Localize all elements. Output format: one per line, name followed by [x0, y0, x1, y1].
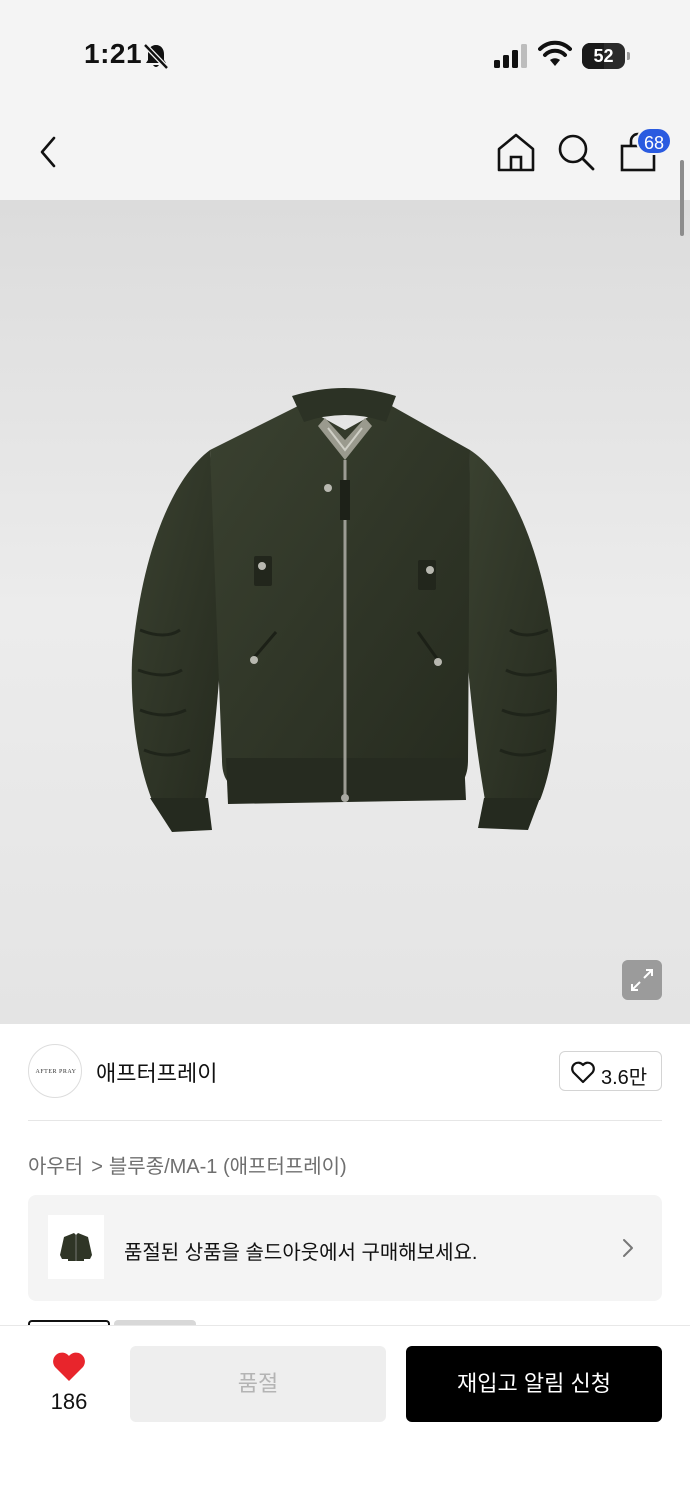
chevron-right-icon	[623, 1239, 633, 1257]
bottom-action-bar: 186 품절 재입고 알림 신청	[0, 1325, 690, 1500]
soldout-button[interactable]: 품절	[130, 1346, 386, 1422]
soldout-banner-text: 품절된 상품을 솔드아웃에서 구매해보세요.	[124, 1242, 478, 1264]
breadcrumb-subcategory[interactable]: 블루종/MA-1 (애프터프레이)	[109, 1156, 347, 1178]
search-icon[interactable]	[554, 130, 598, 174]
bell-off-icon	[143, 43, 169, 70]
restock-alert-button[interactable]: 재입고 알림 신청	[406, 1346, 662, 1422]
status-bar: 1:21 52	[0, 0, 690, 104]
top-nav	[0, 104, 690, 200]
jacket-image	[0, 200, 690, 1024]
wifi-icon	[538, 40, 572, 66]
status-time: 1:21	[84, 38, 143, 69]
signal-icon	[494, 44, 527, 68]
battery-body: 52	[582, 43, 625, 69]
brand-logo-text: AFTER PRAY	[35, 1069, 77, 1075]
brand-row: AFTER PRAY 애프터프레이 3.6만	[0, 1024, 690, 1120]
expand-icon[interactable]	[622, 960, 662, 1000]
soldout-banner[interactable]: 품절된 상품을 솔드아웃에서 구매해보세요.	[28, 1195, 662, 1301]
brand-like-button[interactable]: 3.6만	[559, 1051, 662, 1091]
cart-count-badge: 68	[636, 127, 673, 155]
battery-icon: 52	[582, 43, 630, 69]
heart-outline-icon	[571, 1061, 595, 1084]
brand-logo[interactable]: AFTER PRAY	[28, 1044, 82, 1098]
breadcrumb: 아우터 > 블루종/MA-1 (애프터프레이)	[28, 1150, 347, 1178]
wish-count: 186	[50, 1389, 88, 1414]
battery-level-text: 52	[593, 46, 614, 66]
heart-filled-icon[interactable]	[51, 1350, 87, 1382]
breadcrumb-separator: >	[91, 1156, 103, 1178]
brand-name[interactable]: 애프터프레이	[96, 1056, 217, 1088]
product-image[interactable]	[0, 200, 690, 1024]
scroll-indicator[interactable]	[680, 160, 684, 236]
breadcrumb-category[interactable]: 아우터	[28, 1156, 83, 1178]
divider	[28, 1120, 662, 1121]
jacket-thumbnail	[48, 1215, 104, 1279]
home-icon[interactable]	[494, 130, 538, 174]
battery-cap	[627, 52, 630, 60]
brand-like-count: 3.6만	[601, 1067, 648, 1089]
back-arrow-icon[interactable]	[28, 130, 72, 174]
